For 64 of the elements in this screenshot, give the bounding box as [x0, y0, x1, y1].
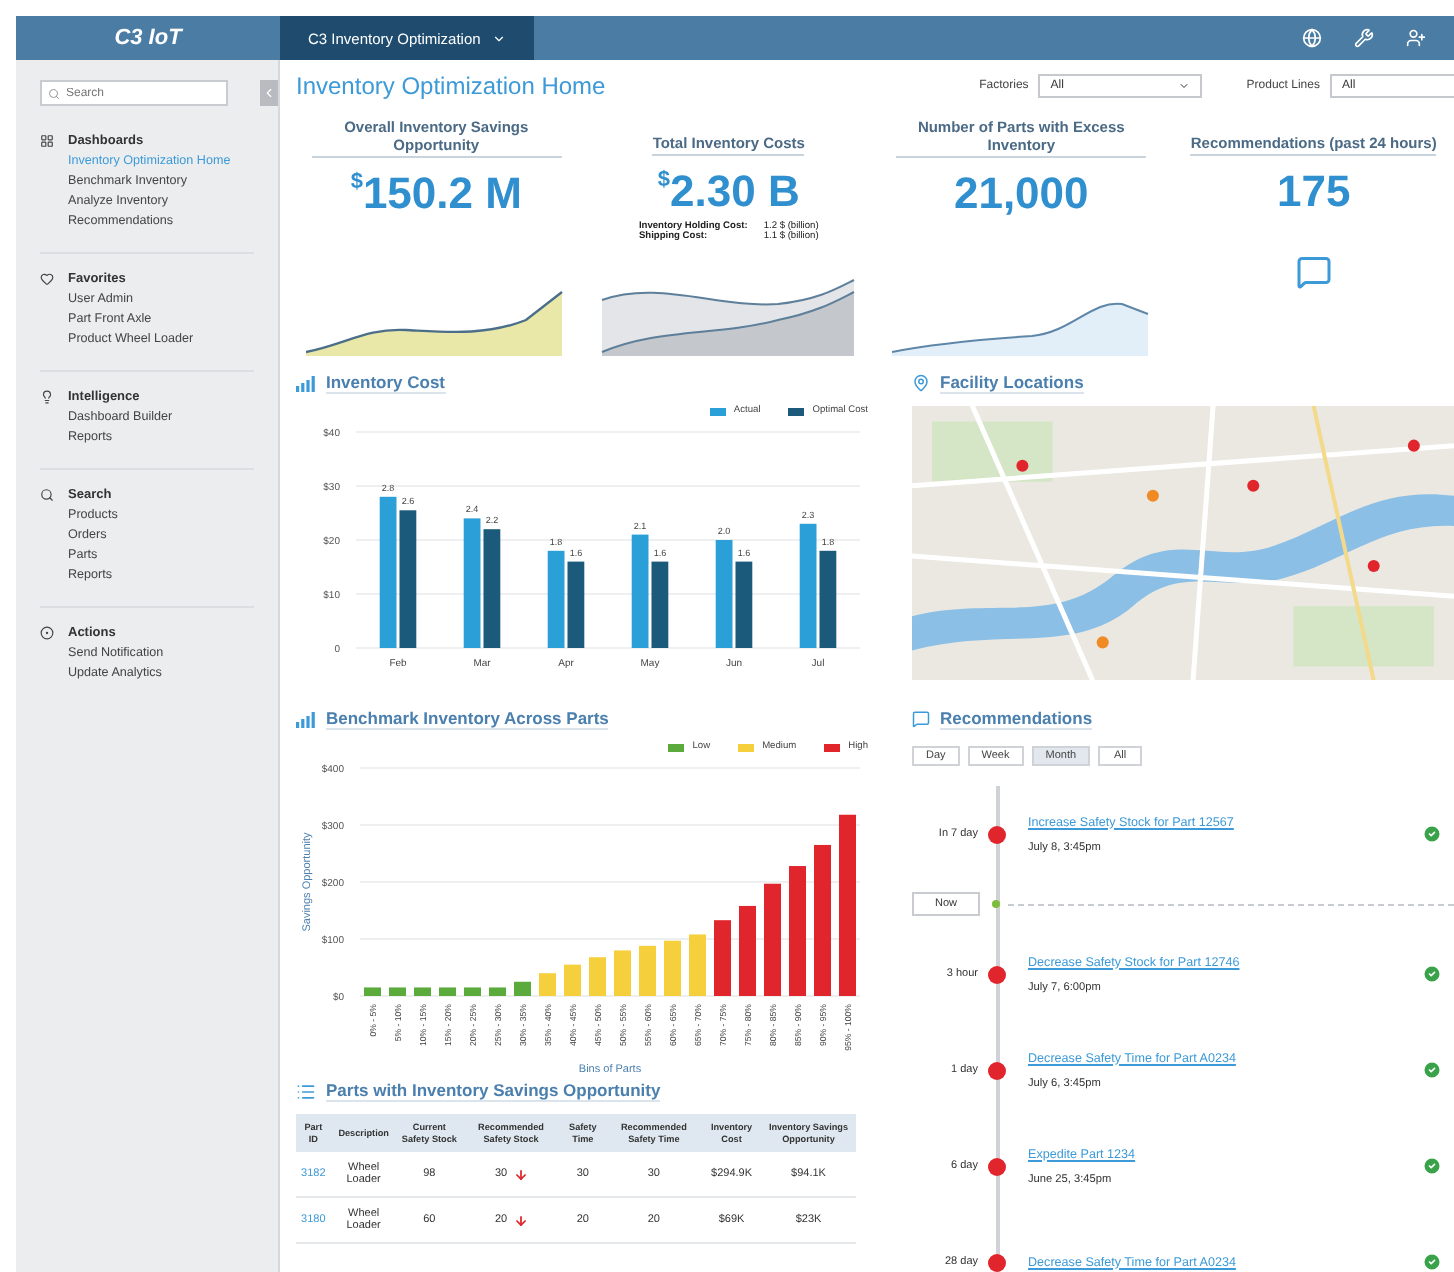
- chart-bar: [739, 905, 756, 996]
- kpi-value: 21,000: [953, 168, 1089, 220]
- map-pin-icon: [912, 374, 930, 392]
- wrench-icon[interactable]: [1354, 28, 1374, 48]
- chart-bar: [714, 920, 731, 996]
- chart-bar: [819, 550, 837, 648]
- chart-bar: [799, 523, 817, 648]
- page-title: Inventory Optimization Home: [296, 72, 606, 100]
- caret-icon: [492, 31, 507, 45]
- ring-icon: [40, 626, 54, 640]
- search-icon: [40, 488, 54, 502]
- chart-bar: [564, 964, 581, 996]
- chart-bar: [689, 934, 706, 996]
- chart-bar: [631, 534, 649, 648]
- chat-bubble-icon: [1295, 254, 1332, 290]
- timeline-dot: [987, 1061, 1005, 1079]
- kpi-value: $2.30 B: [657, 166, 800, 218]
- chart-bar: [547, 550, 565, 648]
- timeline-dot: [987, 1157, 1005, 1175]
- chart-bar: [639, 945, 656, 996]
- user-icon[interactable]: [1406, 28, 1426, 48]
- timeline-dot: [987, 825, 1005, 843]
- chart-bar: [664, 940, 681, 996]
- chat-bubble-icon: [912, 710, 930, 728]
- chart-bar: [764, 883, 781, 996]
- chart-bar: [651, 561, 669, 648]
- panel-title: Benchmark Inventory Across Parts: [326, 708, 609, 730]
- panel-title: Inventory Cost: [326, 372, 446, 394]
- chart-bar: [735, 561, 753, 648]
- chart-bar: [567, 561, 585, 648]
- chart-bar: [464, 987, 481, 996]
- chevron-left-icon: [262, 86, 276, 100]
- chart-bar: [414, 987, 431, 996]
- chart-bar: [514, 981, 531, 996]
- panel-title: Parts with Inventory Savings Opportunity: [326, 1080, 661, 1102]
- logo: C3 IoT: [112, 24, 185, 54]
- chart-bar: [589, 957, 606, 996]
- panel-title: Facility Locations: [940, 372, 1084, 394]
- timeline-dot: [987, 965, 1005, 983]
- chart-bar: [614, 950, 631, 996]
- search-icon: [48, 87, 60, 99]
- chart-bar: [539, 973, 556, 996]
- bar-chart-icon: [296, 375, 316, 391]
- chart-bar: [489, 987, 506, 996]
- caret-icon: [1178, 80, 1191, 92]
- chart-bar: [399, 510, 417, 648]
- kpi-value: $150.2 M: [350, 168, 522, 220]
- now-marker: [992, 900, 1000, 908]
- list-icon: [296, 1081, 316, 1101]
- chart-bar: [364, 987, 381, 996]
- kpi-value: 175: [1277, 166, 1351, 218]
- heart-icon: [40, 272, 54, 286]
- chart-bar: [715, 540, 733, 648]
- chart-bar: [483, 529, 501, 648]
- chart-bar: [463, 518, 481, 648]
- bar-chart-icon: [296, 711, 316, 727]
- chart-bar: [439, 987, 456, 996]
- grid-icon: [40, 134, 54, 148]
- panel-title: Recommendations: [940, 708, 1093, 730]
- globe-icon[interactable]: [1302, 28, 1322, 48]
- chart-bar: [789, 866, 806, 996]
- chart-bar: [389, 987, 406, 996]
- timeline-dot: [987, 1253, 1005, 1271]
- lightbulb-icon: [40, 390, 54, 404]
